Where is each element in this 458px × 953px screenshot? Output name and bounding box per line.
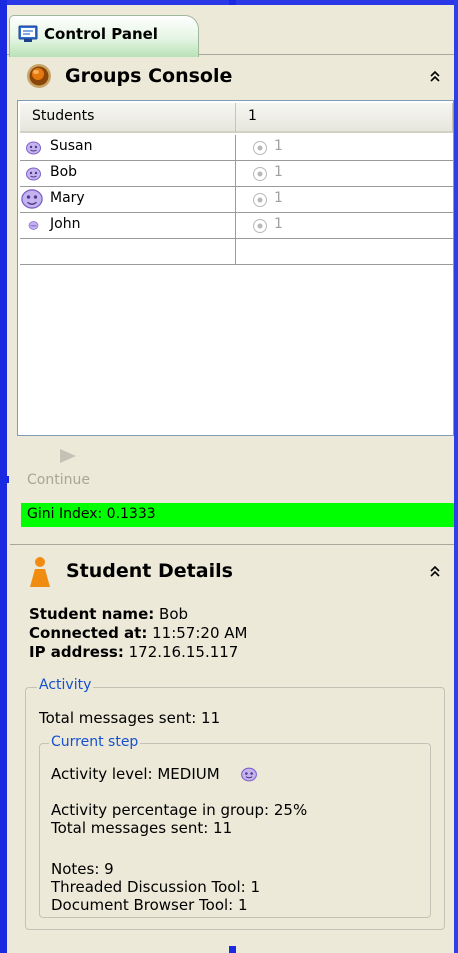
student-name: Mary (50, 190, 85, 206)
group-number: 1 (274, 164, 283, 180)
student-cell-empty (20, 239, 236, 264)
student-cell: Bob (20, 161, 236, 186)
continue-arrow-icon[interactable] (57, 446, 79, 466)
student-details-title: Student Details (66, 560, 233, 582)
table-row[interactable]: Bob 1 (20, 161, 453, 187)
ip-address-value: 172.16.15.117 (128, 643, 239, 661)
student-face-icon (28, 221, 39, 230)
student-face-icon (26, 141, 41, 155)
tab-bar: Control Panel (7, 5, 454, 57)
column-header-group-1-label: 1 (248, 108, 257, 124)
control-panel-window: Control Panel Groups Console Students 1 (0, 0, 458, 953)
activity-level-face-icon (241, 767, 257, 782)
student-name: Bob (50, 164, 78, 180)
student-name: Susan (50, 138, 93, 154)
table-row[interactable]: John 1 (20, 213, 453, 239)
activity-total-messages: Total messages sent: 11 (39, 709, 221, 727)
student-face-icon (26, 167, 41, 181)
resize-handle-left[interactable] (0, 476, 9, 483)
connected-at-row: Connected at: 11:57:20 AM (29, 624, 247, 642)
group-radio[interactable] (252, 166, 268, 182)
tab-label: Control Panel (44, 25, 158, 43)
student-cell: Susan (20, 135, 236, 160)
activity-level: Activity level: MEDIUM (51, 765, 220, 783)
group-radio[interactable] (252, 192, 268, 208)
continue-button[interactable]: Continue (27, 472, 90, 488)
group-radio[interactable] (252, 218, 268, 234)
connected-at-label: Connected at: (29, 624, 148, 642)
ip-address-label: IP address: (29, 643, 124, 661)
window-right-border (454, 0, 458, 953)
activity-percentage: Activity percentage in group: 25% (51, 801, 308, 819)
student-cell: Mary (20, 187, 236, 212)
column-header-group-1[interactable]: 1 (236, 103, 453, 133)
tab-control-panel[interactable]: Control Panel (9, 15, 199, 57)
groups-table[interactable]: Students 1 Susan 1 Bob 1 Mary 1 John 1 (17, 100, 454, 436)
table-row[interactable]: Susan 1 (20, 135, 453, 161)
notes-count: Notes: 9 (51, 860, 114, 878)
student-name: John (50, 216, 81, 232)
group-number: 1 (274, 190, 283, 206)
monitor-icon (18, 25, 38, 42)
column-header-students[interactable]: Students (20, 103, 236, 133)
column-header-students-label: Students (32, 108, 95, 124)
gini-index-label: Gini Index: 0.1333 (27, 506, 156, 522)
current-step-legend: Current step (49, 734, 141, 750)
groups-console-icon (27, 64, 51, 88)
collapse-icon[interactable] (428, 563, 442, 579)
document-browser-count: Document Browser Tool: 1 (51, 896, 248, 914)
resize-handle-bottom[interactable] (229, 946, 236, 953)
connected-at-value: 11:57:20 AM (152, 624, 248, 642)
group-radio[interactable] (252, 140, 268, 156)
gini-index-bar: Gini Index: 0.1333 (21, 503, 454, 527)
table-row-empty[interactable] (20, 239, 453, 265)
student-name-value: Bob (159, 605, 189, 623)
student-name-label: Student name: (29, 605, 155, 623)
groups-console-header: Groups Console (10, 57, 454, 97)
step-total-messages: Total messages sent: 11 (51, 819, 233, 837)
group-number: 1 (274, 216, 283, 232)
student-face-icon (21, 189, 43, 209)
section-divider (10, 544, 454, 545)
activity-legend: Activity (37, 677, 94, 693)
student-name-row: Student name: Bob (29, 605, 188, 623)
ip-address-row: IP address: 172.16.15.117 (29, 643, 238, 661)
groups-console-title: Groups Console (65, 65, 233, 87)
student-person-icon (30, 557, 50, 587)
group-number: 1 (274, 138, 283, 154)
student-details-panel: Student name: Bob Connected at: 11:57:20… (17, 597, 454, 942)
table-row[interactable]: Mary 1 (20, 187, 453, 213)
threaded-discussion-count: Threaded Discussion Tool: 1 (51, 878, 261, 896)
collapse-icon[interactable] (428, 68, 442, 84)
student-details-header: Student Details (10, 552, 454, 592)
student-cell: John (20, 213, 236, 238)
